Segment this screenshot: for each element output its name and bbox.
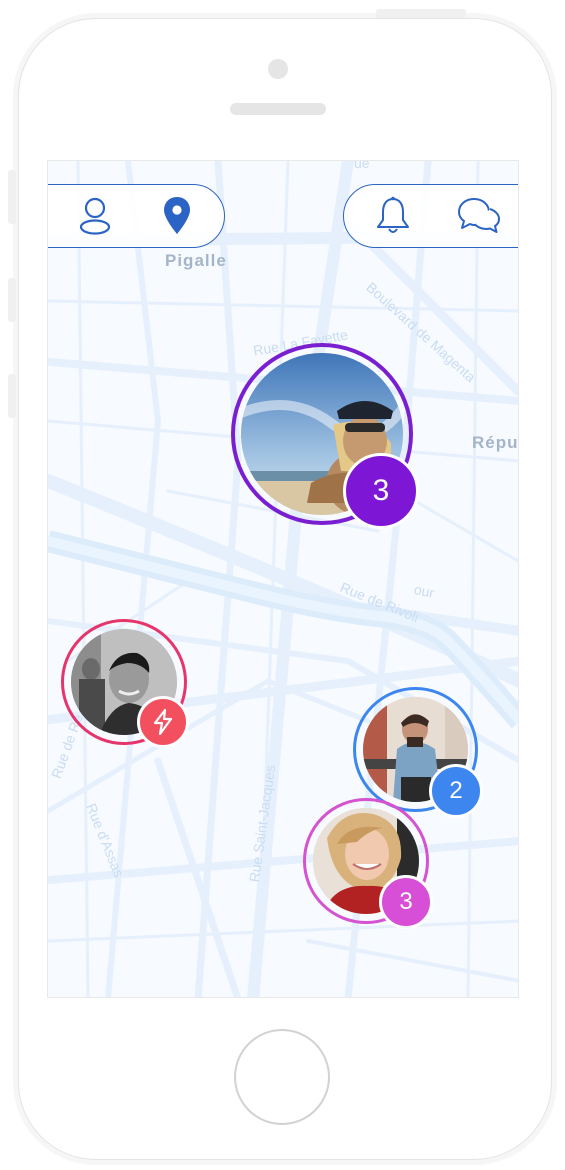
map-label-pigalle: Pigalle — [165, 251, 227, 270]
user-marker-young-man[interactable] — [61, 619, 189, 748]
user-marker-surfer[interactable]: 3 — [231, 343, 419, 529]
lightning-icon — [153, 709, 173, 735]
location-pin-icon — [164, 197, 190, 234]
power-button — [376, 9, 466, 18]
profile-icon — [79, 197, 111, 235]
notification-count-badge: 2 — [429, 764, 483, 818]
volume-up-button — [8, 278, 16, 322]
messages-button[interactable] — [456, 196, 502, 236]
map-label-republique: Répu — [472, 433, 519, 452]
mute-switch — [8, 170, 16, 224]
notification-count-badge: 3 — [343, 453, 419, 529]
notifications-button[interactable] — [373, 196, 413, 236]
notification-count-badge: 3 — [379, 875, 433, 929]
user-marker-blonde-woman[interactable]: 3 — [303, 798, 433, 929]
bell-icon — [377, 196, 409, 233]
front-camera — [268, 59, 288, 79]
nav-pill-left — [48, 184, 225, 248]
nav-pill-right — [343, 184, 518, 248]
boost-badge — [137, 696, 189, 748]
map-screen[interactable]: ue Pigalle Rue La Fayette Boulevard de M… — [47, 160, 519, 998]
home-button[interactable] — [234, 1029, 330, 1125]
earpiece-speaker — [230, 103, 326, 115]
map-location-button[interactable] — [157, 196, 197, 236]
volume-down-button — [8, 374, 16, 418]
profile-button[interactable] — [75, 196, 115, 236]
chat-bubbles-icon — [458, 198, 500, 233]
map-label-faint-top: ue — [354, 160, 370, 171]
user-marker-denim-man[interactable]: 2 — [353, 687, 483, 818]
